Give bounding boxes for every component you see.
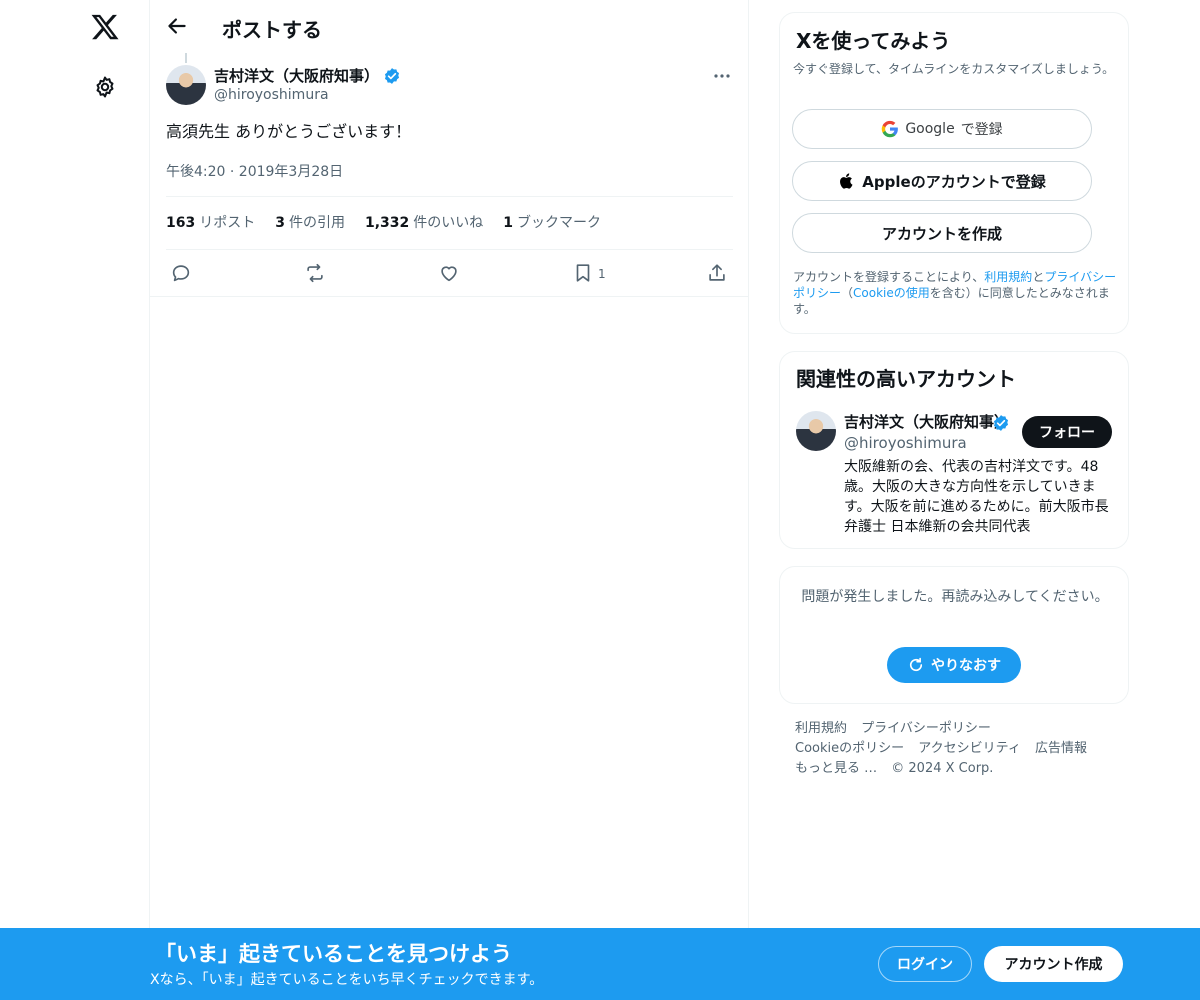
related-account-avatar[interactable] [796,411,836,451]
signup-card-subtitle: 今すぐ登録して、タイムラインをカスタマイズしましょう。 [793,62,1115,76]
signup-card-title: Xを使ってみよう [796,29,951,53]
footer-accessibility-link[interactable]: アクセシビリティ [918,741,1021,756]
banner-subtitle: Xなら、「いま」起きていることをいち早くチェックできます。 [150,972,544,988]
apple-signup-label: Appleのアカウントで登録 [862,172,1046,191]
main-header: ポストする [150,0,749,53]
google-signup-button[interactable]: Google で登録 [792,109,1092,149]
footer-ads-link[interactable]: 広告情報 [1035,741,1087,756]
stat-bookmarks[interactable]: 1 ブックマーク [503,212,601,232]
reply-icon[interactable] [170,262,192,284]
like-heart-icon[interactable] [438,262,460,284]
related-account-bio: 大阪維新の会、代表の吉村洋文です。48歳。大阪の大きな方向性を示していきます。大… [844,459,1109,535]
google-g-icon [882,120,899,138]
x-logo-icon[interactable] [90,12,120,42]
footer-privacy-link[interactable]: プライバシーポリシー [861,721,991,736]
stat-reposts[interactable]: 163 リポスト [166,212,255,232]
apple-logo-icon [840,173,853,189]
bottom-signup-banner: 「いま」起きていることを見つけよう Xなら、「いま」起きていることをいち早くチェ… [0,928,1200,1000]
bookmark-count: 1 [598,267,606,281]
author-name-text: 吉村洋文（大阪府知事） [214,67,380,85]
footer-terms-link[interactable]: 利用規約 [795,721,847,736]
thread-line [185,53,187,63]
refresh-icon [909,657,923,672]
footer-links: 利用規約 プライバシーポリシー Cookieのポリシー アクセシビリティ 広告情… [795,719,1115,779]
verified-badge-icon [993,415,1009,431]
main-column: ポストする 吉村洋文（大阪府知事） @hiroyoshimura 高須先生 あり… [150,0,749,1000]
author-name[interactable]: 吉村洋文（大阪府知事） [214,65,401,86]
stat-quotes[interactable]: 3 件の引用 [275,212,345,232]
footer-more-link[interactable]: もっと見る … [795,761,877,776]
create-account-label: アカウントを作成 [881,224,1002,243]
error-message: 問題が発生しました。再読み込みしてください。 [801,589,1109,605]
repost-icon[interactable] [304,262,326,284]
create-account-button[interactable]: アカウントを作成 [792,213,1092,253]
retry-label: やりなおす [931,658,1001,674]
post-timestamp[interactable]: 午後4:20 · 2019年3月28日 [166,161,343,181]
divider [166,196,733,197]
login-button[interactable]: ログイン [878,946,972,982]
post-actions [150,250,749,297]
footer-cookie-link[interactable]: Cookieのポリシー [795,741,904,756]
more-options-icon[interactable] [710,64,734,88]
bookmark-icon[interactable] [572,262,594,284]
post-stats: 163 リポスト 3 件の引用 1,332 件のいいね 1 ブックマーク [166,212,601,232]
related-accounts-title: 関連性の高いアカウント [796,367,1016,391]
google-signup-suffix: で登録 [960,122,1003,138]
signup-card: Xを使ってみよう 今すぐ登録して、タイムラインをカスタマイズしましょう。 Goo… [779,12,1129,334]
related-account-handle[interactable]: @hiroyoshimura [844,434,967,452]
terms-link[interactable]: 利用規約 [984,270,1032,284]
banner-signup-button[interactable]: アカウント作成 [984,946,1123,982]
legal-notice: アカウントを登録することにより、利用規約とプライバシーポリシー（Cookieの使… [793,270,1117,316]
related-account-name[interactable]: 吉村洋文（大阪府知事） [844,411,1010,432]
share-icon[interactable] [706,262,728,284]
retry-button[interactable]: やりなおす [887,647,1021,683]
follow-button[interactable]: フォロー [1022,416,1112,448]
error-card: 問題が発生しました。再読み込みしてください。 やりなおす [779,566,1129,704]
post-text: 高須先生 ありがとうございます！ [166,122,412,141]
banner-title: 「いま」起きていることを見つけよう [155,942,512,966]
stat-likes[interactable]: 1,332 件のいいね [365,212,483,232]
page-title: ポストする [222,18,322,42]
author-avatar[interactable] [166,65,206,105]
settings-gear-icon[interactable] [93,75,117,99]
back-arrow-icon[interactable] [164,13,190,39]
verified-badge-icon [384,67,400,84]
left-nav [0,0,150,1000]
apple-signup-button[interactable]: Appleのアカウントで登録 [792,161,1092,201]
related-accounts-card: 関連性の高いアカウント 吉村洋文（大阪府知事） @hiroyoshimura フ… [779,351,1129,549]
google-signup-label: Google [905,121,955,137]
footer-copyright: © 2024 X Corp. [891,761,994,776]
author-handle[interactable]: @hiroyoshimura [214,87,329,103]
cookie-use-link[interactable]: Cookieの使用 [853,286,930,300]
